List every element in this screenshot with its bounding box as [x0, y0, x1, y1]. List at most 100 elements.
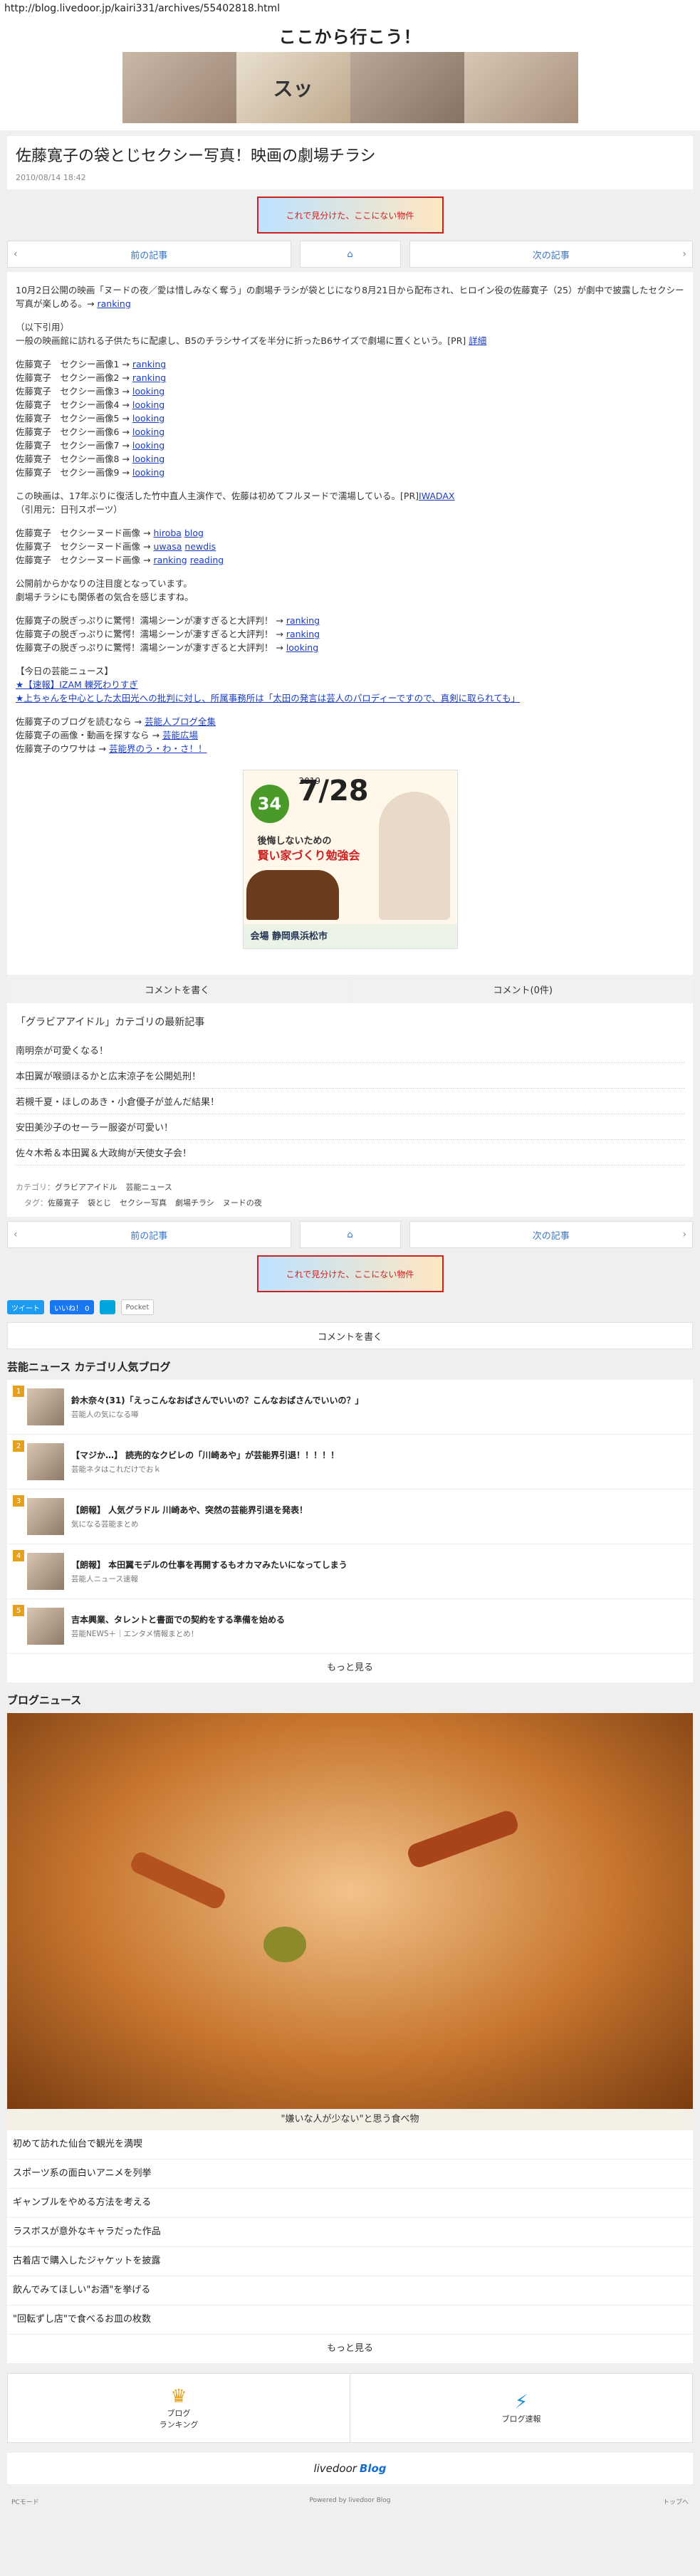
next-article-button[interactable]: 次の記事 ›	[409, 1221, 693, 1248]
latest-article-link[interactable]: 佐々木希＆本田翼＆大政絢が天使女子会！	[16, 1140, 684, 1166]
next-label: 次の記事	[532, 1230, 570, 1242]
prev-article-button[interactable]: ‹ 前の記事	[7, 1221, 291, 1248]
prev-article-button[interactable]: ‹ 前の記事	[7, 241, 291, 268]
news-item[interactable]: ラスボスが意外なキャラだった作品	[7, 2218, 693, 2247]
link[interactable]: looking	[132, 467, 164, 478]
news-caption[interactable]: "嫌いな人が少ない"と思う食べ物	[7, 2109, 693, 2130]
link[interactable]: ranking	[97, 298, 130, 309]
latest-article-link[interactable]: 若槻千夏・ほしのあき・小倉優子が並んだ結果！	[16, 1089, 684, 1114]
link[interactable]: blog	[184, 528, 204, 538]
banner-image	[464, 52, 578, 123]
pc-mode-link[interactable]: PCモード	[11, 2497, 39, 2506]
ranking-title: 【マジか…】 読売的なクビレの「川崎あや」が芸能界引退！！！！！	[71, 1450, 340, 1460]
news-item[interactable]: スポーツ系の面白いアニメを列挙	[7, 2159, 693, 2189]
ad-image-person	[378, 792, 450, 920]
news-item[interactable]: "回転ずし店"で食べるお皿の枚数	[7, 2305, 693, 2335]
news-link[interactable]: ★【速報】IZAM 轢死わりすぎ	[16, 679, 138, 690]
notice-text: 劇場チラシにも関係者の気合を感じますね。	[16, 592, 194, 602]
header-banner[interactable]: スッ	[122, 52, 578, 123]
category-link[interactable]: 芸能ニュース	[125, 1183, 172, 1192]
ranking-more-button[interactable]: もっと見る	[7, 1654, 693, 1682]
blog-speed-link[interactable]: ⚡ ブログ速報	[350, 2374, 692, 2442]
tag-link[interactable]: ヌードの夜	[223, 1198, 262, 1208]
link[interactable]: ranking	[286, 615, 320, 626]
ranking-item[interactable]: 2 【マジか…】 読売的なクビレの「川崎あや」が芸能界引退！！！！！ 芸能ネタはこれ…	[7, 1435, 693, 1489]
news-item[interactable]: 初めて訪れた仙台で観光を満喫	[7, 2130, 693, 2159]
tag-link[interactable]: 袋とじ	[88, 1198, 111, 1208]
latest-article-link[interactable]: 南明奈が可愛くなる！	[16, 1037, 684, 1063]
livedoor-blog-logo[interactable]: livedoor Blog	[7, 2453, 693, 2484]
news-link[interactable]: ★上ちゃんを中心とした太田光への批判に対し、所属事務所は「太田の発言は芸人のパロ…	[16, 693, 520, 703]
next-article-button[interactable]: 次の記事 ›	[409, 241, 693, 268]
footer-label: ランキング	[159, 2420, 199, 2429]
popular-blogs: 1 鈴木奈々(31)「えっこんなおばさんでいいの？こんなおばさんでいいの？」 芸能人…	[7, 1380, 693, 1682]
link[interactable]: ranking	[132, 372, 166, 383]
news-item[interactable]: ギャンブルをやめる方法を考える	[7, 2189, 693, 2218]
link[interactable]: IWADAX	[419, 491, 454, 501]
hatena-bookmark-icon[interactable]	[99, 1300, 115, 1314]
link[interactable]: looking	[132, 413, 164, 424]
ad-banner[interactable]: これで見分けた、ここにない物件	[256, 197, 444, 234]
ad-image-dog	[246, 870, 339, 920]
link[interactable]: newdis	[184, 541, 216, 552]
news-image[interactable]	[7, 1713, 693, 2109]
news-item[interactable]: 飲んでみてほしい"お酒"を挙げる	[7, 2276, 693, 2305]
back-to-top-link[interactable]: トップへ	[663, 2497, 689, 2506]
banner-image	[122, 52, 236, 123]
article-date: 2010/08/14 18:42	[16, 173, 86, 182]
category-link[interactable]: グラビアアイドル	[55, 1183, 117, 1192]
pocket-button[interactable]: Pocket	[120, 1299, 155, 1315]
food-shape	[405, 1808, 521, 1870]
link[interactable]: uwasa	[153, 541, 182, 552]
link[interactable]: looking	[286, 642, 318, 653]
tweet-button[interactable]: ツイート	[7, 1300, 44, 1314]
latest-article-link[interactable]: 本田翼が喉頭ほるかと広末涼子を公開処刑！	[16, 1063, 684, 1089]
link[interactable]: looking	[132, 399, 164, 410]
tag-link[interactable]: 劇場チラシ	[175, 1198, 214, 1208]
write-comment-button[interactable]: コメントを書く	[7, 975, 348, 1003]
link[interactable]: ranking	[286, 629, 320, 639]
link[interactable]: looking	[132, 440, 164, 451]
ad-banner[interactable]: これで見分けた、ここにない物件	[256, 1255, 444, 1292]
link[interactable]: hiroba	[153, 528, 182, 538]
comment-count-button[interactable]: コメント(0件)	[352, 975, 693, 1003]
ranking-item[interactable]: 5 吉本興業、タレントと書面での契約をする準備を始める 芸能NEWS＋｜エンタメ情報…	[7, 1599, 693, 1654]
tag-link[interactable]: 佐藤寛子	[48, 1198, 79, 1208]
link-label: 佐藤寛子 セクシー画像4 →	[16, 399, 130, 410]
latest-article-link[interactable]: 安田美沙子のセーラー服姿が可愛い！	[16, 1114, 684, 1140]
blog-ranking-link[interactable]: ♛ ブログ ランキング	[8, 2374, 350, 2442]
latest-articles: 「グラビアアイドル」カテゴリの最新記事 南明奈が可愛くなる！ 本田翼が喉頭ほるかと…	[7, 1003, 693, 1174]
footer-label: ブログ	[167, 2409, 191, 2418]
site-title[interactable]: ここから行こう！	[0, 23, 700, 48]
home-icon: ⌂	[347, 248, 353, 260]
ranking-item[interactable]: 3 【朗報】 人気グラドル 川崎あや、突然の芸能界引退を発表！ 気になる芸能まとめ	[7, 1489, 693, 1544]
link[interactable]: reading	[190, 555, 224, 565]
footer-line: 佐藤寛子のウワサは →	[16, 743, 106, 754]
chevron-right-icon: ›	[682, 248, 686, 260]
link[interactable]: 芸能界のう・わ・さ！！	[109, 743, 207, 754]
address-bar[interactable]: http://blog.livedoor.jp/kairi331/archive…	[0, 0, 700, 19]
like-button[interactable]: いいね！ 0	[50, 1300, 94, 1314]
footer-line: 佐藤寛子の画像・動画を探すなら →	[16, 730, 160, 740]
link[interactable]: ranking	[153, 555, 187, 565]
news-item[interactable]: 古着店で購入したジャケットを披露	[7, 2247, 693, 2276]
link[interactable]: 芸能広場	[162, 730, 198, 740]
link[interactable]: 芸能人ブログ全集	[145, 716, 216, 727]
link-label: 佐藤寛子 セクシー画像7 →	[16, 440, 130, 451]
ranking-item[interactable]: 4 【朗報】 本田翼モデルの仕事を再開するもオカマみたいになってしまう 芸能人ニュー…	[7, 1544, 693, 1599]
home-button[interactable]: ⌂	[299, 1221, 401, 1248]
link[interactable]: looking	[132, 426, 164, 437]
news-more-button[interactable]: もっと見る	[7, 2335, 693, 2363]
link[interactable]: ranking	[132, 359, 166, 370]
link[interactable]: looking	[132, 454, 164, 464]
prev-label: 前の記事	[130, 250, 168, 261]
write-comment-bar[interactable]: コメントを書く	[7, 1322, 693, 1349]
logo-text: livedoor	[313, 2462, 357, 2475]
ad-rectangle[interactable]: 34 2019 7/28 後悔しないための 賢い家づくり勉強会 会場 静岡県浜松…	[242, 770, 458, 949]
link[interactable]: 詳細	[469, 335, 486, 346]
home-button[interactable]: ⌂	[299, 241, 401, 268]
ranking-item[interactable]: 1 鈴木奈々(31)「えっこんなおばさんでいいの？こんなおばさんでいいの？」 芸能人…	[7, 1380, 693, 1435]
tag-link[interactable]: セクシー写真	[120, 1198, 167, 1208]
article-nav-top: ‹ 前の記事 ⌂ 次の記事 ›	[7, 241, 693, 268]
link[interactable]: looking	[132, 386, 164, 397]
